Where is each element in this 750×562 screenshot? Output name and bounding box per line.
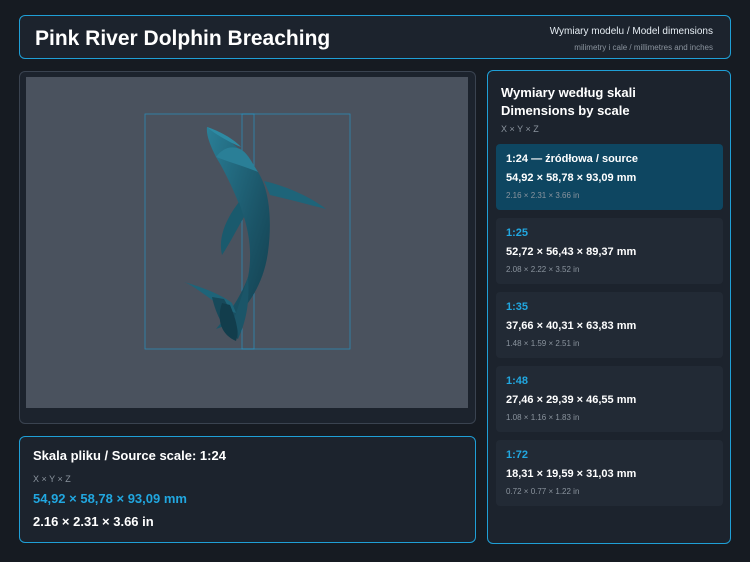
source-scale-panel: Skala pliku / Source scale: 1:24 X × Y ×… (19, 436, 476, 543)
scale-card-label: 1:72 (506, 449, 529, 461)
model-viewer[interactable] (19, 71, 476, 424)
model-render (144, 113, 351, 350)
scale-card-label: 1:25 (506, 227, 529, 239)
dimensions-title-pl: Wymiary według skali (501, 85, 636, 100)
source-scale-axes: X × Y × Z (33, 474, 71, 484)
scale-card-1-72[interactable]: 1:72 18,31 × 19,59 × 31,03 mm 0.72 × 0.7… (496, 440, 723, 506)
scale-card-inches: 0.72 × 0.77 × 1.22 in (506, 487, 580, 496)
scale-card-label: 1:24 — źródłowa / source (506, 153, 639, 165)
dimensions-title-en: Dimensions by scale (501, 103, 630, 118)
model-canvas[interactable] (26, 77, 468, 408)
header-info: Wymiary modelu / Model dimensions milime… (550, 26, 713, 52)
dimensions-panel: Wymiary według skali Dimensions by scale… (487, 70, 731, 544)
source-scale-mm: 54,92 × 58,78 × 93,09 mm (33, 491, 187, 506)
scale-card-label: 1:35 (506, 301, 529, 313)
scale-card-inches: 1.48 × 1.59 × 2.51 in (506, 339, 580, 348)
dolphin-model (184, 127, 326, 341)
scale-card-mm: 37,66 × 40,31 × 63,83 mm (506, 320, 637, 332)
source-scale-title: Skala pliku / Source scale: 1:24 (33, 448, 226, 463)
scale-card-1-48[interactable]: 1:48 27,46 × 29,39 × 46,55 mm 1.08 × 1.1… (496, 366, 723, 432)
scale-card-mm: 27,46 × 29,39 × 46,55 mm (506, 394, 637, 406)
scale-card-mm: 54,92 × 58,78 × 93,09 mm (506, 172, 637, 184)
scale-card-1-24[interactable]: 1:24 — źródłowa / source 54,92 × 58,78 ×… (496, 144, 723, 210)
header-panel: Pink River Dolphin Breaching Wymiary mod… (19, 15, 731, 59)
scale-card-mm: 18,31 × 19,59 × 31,03 mm (506, 468, 637, 480)
scale-card-1-35[interactable]: 1:35 37,66 × 40,31 × 63,83 mm 1.48 × 1.5… (496, 292, 723, 358)
scale-card-inches: 1.08 × 1.16 × 1.83 in (506, 413, 580, 422)
page-title: Pink River Dolphin Breaching (35, 27, 331, 50)
dimensions-title: Wymiary według skali Dimensions by scale (501, 84, 636, 120)
scale-card-label: 1:48 (506, 375, 529, 387)
dimensions-axes: X × Y × Z (501, 124, 539, 134)
scale-card-inches: 2.08 × 2.22 × 3.52 in (506, 265, 580, 274)
header-subtitle: Wymiary modelu / Model dimensions (549, 26, 713, 37)
scale-card-inches: 2.16 × 2.31 × 3.66 in (506, 191, 580, 200)
scale-card-1-25[interactable]: 1:25 52,72 × 56,43 × 89,37 mm 2.08 × 2.2… (496, 218, 723, 284)
header-units-note: milimetry i cale / millimetres and inche… (574, 43, 713, 52)
source-scale-inches: 2.16 × 2.31 × 3.66 in (33, 514, 154, 529)
scale-card-mm: 52,72 × 56,43 × 89,37 mm (506, 246, 637, 258)
